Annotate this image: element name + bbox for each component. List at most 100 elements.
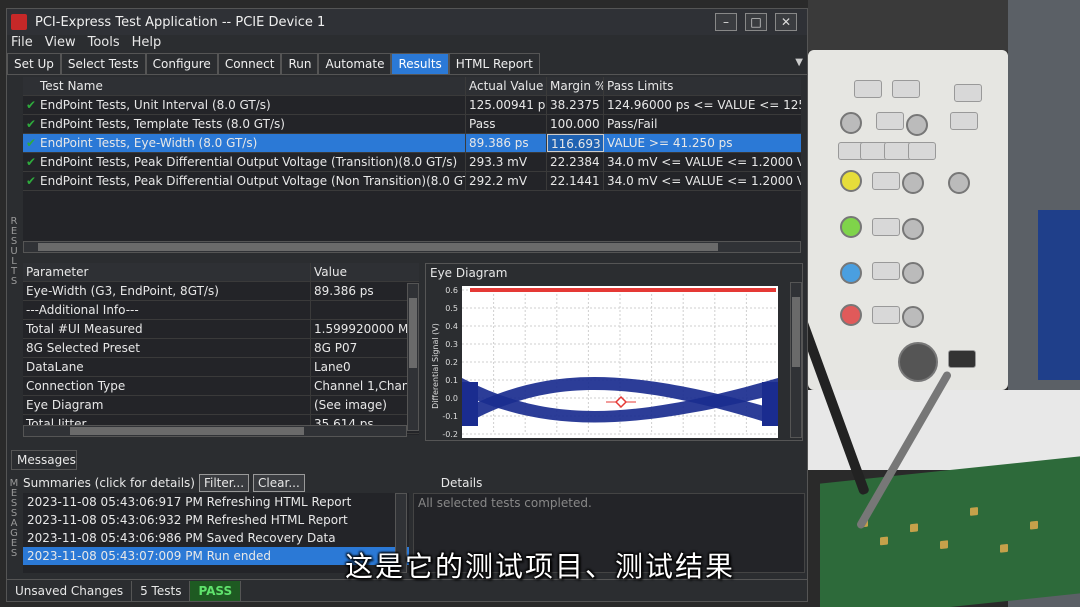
table-row-selected[interactable]: ✔ EndPoint Tests, Eye-Width (8.0 GT/s) 89… — [23, 134, 801, 153]
eye-diagram-title: Eye Diagram — [430, 266, 508, 280]
param-name: ---Additional Info--- — [23, 301, 311, 319]
margin-value: 22.2384 — [547, 153, 604, 171]
test-name: EndPoint Tests, Unit Interval (8.0 GT/s) — [40, 98, 271, 112]
eye-trace-right — [762, 382, 778, 426]
pass-check-icon: ✔ — [26, 117, 37, 131]
clear-button[interactable]: Clear... — [253, 474, 305, 492]
maximize-button[interactable]: □ — [745, 13, 767, 31]
parameter-table: Parameter Value Eye-Width (G3, EndPoint,… — [23, 263, 419, 435]
table-row[interactable]: ✔ EndPoint Tests, Template Tests (8.0 GT/… — [23, 115, 801, 134]
param-vscrollbar[interactable] — [407, 283, 419, 431]
param-name: Connection Type — [23, 377, 311, 395]
col-actual-value[interactable]: Actual Value — [466, 77, 547, 95]
table-row[interactable]: ✔ EndPoint Tests, Peak Differential Outpu… — [23, 153, 801, 172]
filter-button[interactable]: Filter... — [198, 474, 250, 492]
tab-html-report[interactable]: HTML Report — [448, 53, 540, 74]
menu-view[interactable]: View — [45, 35, 76, 53]
param-value: 89.386 ps — [314, 284, 374, 298]
eye-tick-label: 0.5 — [445, 304, 458, 313]
margin-value: 116.693 — [547, 134, 604, 152]
pass-limits: 34.0 mV <= VALUE <= 1.2000 V — [607, 155, 801, 169]
menu-file[interactable]: File — [11, 35, 33, 53]
pass-limits: 34.0 mV <= VALUE <= 1.2000 V — [607, 174, 801, 188]
tab-automate[interactable]: Automate — [318, 53, 392, 74]
eye-diagram-plot: 0.6 0.5 0.4 0.3 0.2 0.1 0.0 -0.1 -0.2 Differenti… — [431, 286, 778, 439]
table-row[interactable]: ✔ EndPoint Tests, Peak Differential Outpu… — [23, 172, 801, 191]
param-hscrollbar[interactable] — [23, 425, 407, 437]
scroll-thumb[interactable] — [70, 427, 304, 435]
list-item[interactable]: 2023-11-08 05:43:06:917 PM Refreshing HT… — [23, 493, 409, 511]
param-value: (See image) — [314, 398, 387, 412]
col-value[interactable]: Value — [311, 263, 407, 281]
actual-value: Pass — [466, 115, 547, 133]
menu-help[interactable]: Help — [132, 35, 162, 53]
scroll-thumb[interactable] — [409, 298, 417, 368]
eye-tick-label: 0.0 — [445, 394, 458, 403]
results-side-panel: RESULTS — [7, 75, 21, 455]
messages-header: Summaries (click for details) Filter... … — [23, 473, 807, 493]
results-side-label: RESULTS — [10, 216, 18, 287]
col-margin[interactable]: Margin % — [547, 77, 604, 95]
tab-overflow-icon[interactable]: ▼ — [795, 53, 803, 74]
param-row[interactable]: Total #UI Measured 1.599920000 M — [23, 320, 419, 339]
param-row[interactable]: Eye-Width (G3, EndPoint, 8GT/s) 89.386 ps — [23, 282, 419, 301]
details-text: All selected tests completed. — [418, 496, 592, 510]
tab-messages[interactable]: Messages — [11, 450, 77, 470]
eye-vscrollbar[interactable] — [790, 282, 802, 438]
results-hscrollbar[interactable] — [23, 241, 801, 253]
actual-value: 89.386 ps — [466, 134, 547, 152]
tab-results[interactable]: Results — [391, 53, 449, 74]
tab-run[interactable]: Run — [281, 53, 319, 74]
eye-diagram-panel: Eye Diagram 0.6 0.5 0.4 0.3 0.2 0.1 0.0 -0.1 -0.… — [425, 263, 803, 441]
actual-value: 125.00941 ps — [466, 96, 547, 114]
param-row[interactable]: ---Additional Info--- — [23, 301, 419, 320]
tab-configure[interactable]: Configure — [145, 53, 218, 74]
param-row[interactable]: 8G Selected Preset 8G P07 — [23, 339, 419, 358]
margin-value: 38.2375 — [547, 96, 604, 114]
menu-tools[interactable]: Tools — [88, 35, 120, 53]
eye-trace-left — [462, 382, 478, 426]
tab-bar: Set Up Select Tests Configure Connect Ru… — [7, 53, 807, 75]
param-row[interactable]: Eye Diagram (See image) — [23, 396, 419, 415]
close-button[interactable]: ✕ — [775, 13, 797, 31]
eye-tick-label: -0.1 — [442, 412, 458, 421]
col-pass-limits[interactable]: Pass Limits — [604, 77, 801, 95]
details-label: Details — [440, 476, 483, 490]
param-value: Channel 1,Chann — [314, 379, 407, 393]
test-name: EndPoint Tests, Peak Differential Output… — [40, 174, 466, 188]
param-name: Eye Diagram — [23, 396, 311, 414]
results-table: Test Name Actual Value Margin % Pass Lim… — [23, 77, 801, 247]
col-test-name[interactable]: Test Name — [23, 77, 466, 95]
eye-tick-label: -0.2 — [442, 430, 458, 439]
eye-tick-label: 0.6 — [445, 286, 458, 295]
param-row[interactable]: Connection Type Channel 1,Chann — [23, 377, 419, 396]
tab-setup[interactable]: Set Up — [7, 53, 61, 74]
actual-value: 292.2 mV — [466, 172, 547, 190]
param-name: Eye-Width (G3, EndPoint, 8GT/s) — [23, 282, 311, 300]
scroll-thumb[interactable] — [792, 297, 800, 367]
test-name: EndPoint Tests, Peak Differential Output… — [40, 155, 458, 169]
tab-connect[interactable]: Connect — [217, 53, 282, 74]
oscilloscope-front-panel — [808, 50, 1008, 390]
eye-tick-label: 0.4 — [445, 322, 458, 331]
param-row[interactable]: DataLane Lane0 — [23, 358, 419, 377]
eye-tick-label: 0.3 — [445, 340, 458, 349]
list-item[interactable]: 2023-11-08 05:43:06:932 PM Refreshed HTM… — [23, 511, 409, 529]
minimize-button[interactable]: – — [715, 13, 737, 31]
table-row[interactable]: ✔ EndPoint Tests, Unit Interval (8.0 GT/s… — [23, 96, 801, 115]
param-value — [311, 301, 407, 319]
tab-select-tests[interactable]: Select Tests — [60, 53, 146, 74]
param-value: 8G P07 — [314, 341, 358, 355]
col-parameter[interactable]: Parameter — [23, 263, 311, 281]
pass-check-icon: ✔ — [26, 174, 37, 188]
param-value: Lane0 — [314, 360, 351, 374]
test-name: EndPoint Tests, Template Tests (8.0 GT/s… — [40, 117, 285, 131]
eye-tick-label: 0.2 — [445, 358, 458, 367]
test-name: EndPoint Tests, Eye-Width (8.0 GT/s) — [40, 136, 258, 150]
app-logo-icon — [11, 14, 27, 30]
margin-value: 100.000 — [547, 115, 604, 133]
results-header: Test Name Actual Value Margin % Pass Lim… — [23, 77, 801, 96]
pass-check-icon: ✔ — [26, 98, 37, 112]
scroll-thumb[interactable] — [38, 243, 718, 251]
actual-value: 293.3 mV — [466, 153, 547, 171]
